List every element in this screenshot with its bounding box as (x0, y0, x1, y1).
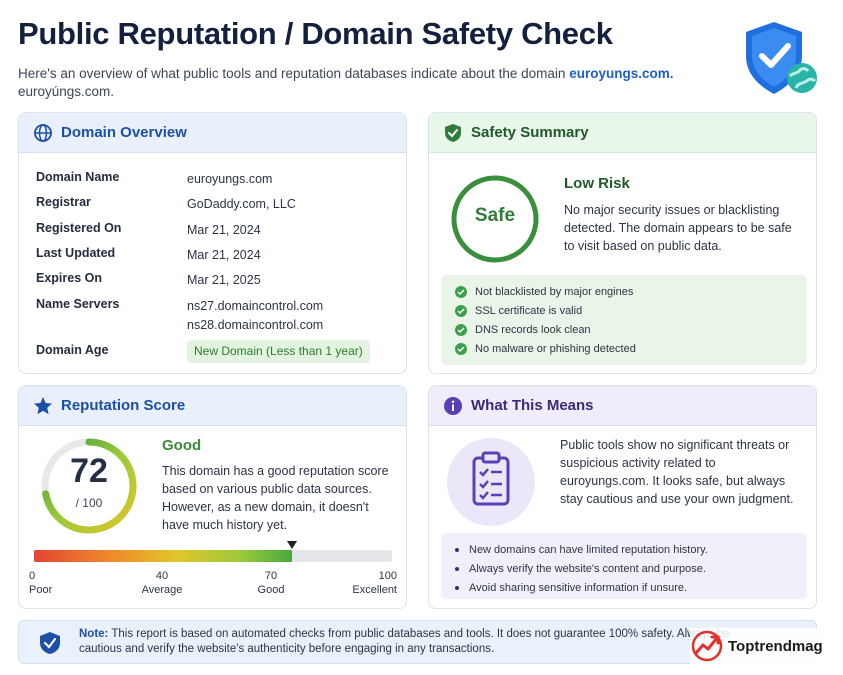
list-item: New domains can have limited reputation … (455, 540, 807, 559)
subtitle-line2: euroyúngs.com. (18, 84, 115, 99)
check-circle-icon (455, 304, 467, 317)
scale-tick: 70 Good (241, 569, 301, 597)
info-icon (443, 396, 463, 416)
domain-row-value: Mar 21, 2024 (187, 223, 261, 237)
domain-row-label: Last Updated (36, 246, 116, 260)
list-item: DNS records look clean (455, 320, 807, 339)
check-label: DNS records look clean (475, 323, 591, 336)
scale-tick: 40 Average (127, 569, 197, 597)
page-title: Public Reputation / Domain Safety Check (18, 16, 613, 51)
check-label: No malware or phishing detected (475, 342, 636, 355)
clipboard-checklist-icon (472, 451, 510, 506)
trend-arrow-logo-icon (691, 630, 723, 662)
shield-check-icon (40, 632, 60, 654)
bullet-icon (455, 566, 459, 571)
bullet-icon (455, 547, 459, 552)
check-label: Not blacklisted by major engines (475, 285, 634, 298)
check-circle-icon (455, 285, 467, 298)
scale-value: 100 (378, 570, 397, 582)
safe-badge-label: Safe (474, 205, 516, 226)
scale-tick: 100 Excellent (337, 569, 397, 597)
bullet-icon (455, 585, 459, 590)
brand-name: Toptrendmag (728, 637, 823, 655)
what-this-means-title: What This Means (471, 397, 594, 414)
safety-summary-title: Safety Summary (471, 124, 589, 141)
reputation-score-card: Reputation Score 72 / 100 Good This doma… (18, 385, 407, 609)
domain-row-value: Mar 21, 2024 (187, 248, 261, 262)
subtitle-domain: euroyungs.com. (569, 66, 674, 81)
domain-row-label: Name Servers (36, 297, 120, 311)
domain-row-value: ns27.domaincontrol.com ns28.domaincontro… (187, 297, 387, 335)
globe-icon (33, 123, 53, 143)
domain-overview-title: Domain Overview (61, 124, 187, 141)
risk-description: No major security issues or blacklisting… (564, 203, 792, 253)
brand-logo: Toptrendmag (690, 628, 831, 664)
score-marker-icon (286, 541, 297, 549)
check-circle-icon (455, 323, 467, 336)
safety-summary-card: Safety Summary Safe Low Risk No major se… (428, 112, 817, 374)
scale-label: Average (141, 584, 183, 596)
rating-title: Good (162, 437, 202, 454)
score-bar (34, 550, 392, 562)
scale-tick: 0 Poor (29, 569, 59, 597)
list-item: SSL certificate is valid (455, 301, 807, 320)
check-label: SSL certificate is valid (475, 304, 583, 317)
tip-text: New domains can have limited reputation … (469, 543, 708, 556)
domain-overview-header: Domain Overview (19, 113, 406, 153)
list-item: Always verify the website's content and … (455, 559, 807, 578)
note-label: Note: (79, 628, 109, 640)
what-this-means-card: What This Means Public tools show no sig… (428, 385, 817, 609)
risk-level-title: Low Risk (564, 175, 630, 192)
domain-row-label: Domain Name (36, 170, 120, 184)
domain-row-value: euroyungs.com (187, 172, 273, 186)
domain-row-label: Registered On (36, 221, 122, 235)
rating-description: This domain has a good reputation score … (162, 464, 389, 532)
list-item: No malware or phishing detected (455, 339, 807, 358)
subtitle-text: Here's an overview of what public tools … (18, 66, 566, 81)
reputation-score-header: Reputation Score (19, 386, 406, 426)
clipboard-illustration (447, 438, 535, 526)
name-server-1: ns27.domaincontrol.com (187, 299, 324, 313)
scale-label: Excellent (352, 584, 397, 596)
scale-value: 0 (29, 570, 36, 582)
shield-check-icon (443, 123, 463, 143)
scale-label: Poor (29, 584, 53, 596)
tip-text: Avoid sharing sensitive information if u… (469, 581, 688, 594)
name-server-2: ns28.domaincontrol.com (187, 318, 324, 332)
scale-label: Good (257, 584, 285, 596)
score-max: / 100 (75, 496, 103, 510)
page-subtitle: Here's an overview of what public tools … (18, 65, 718, 101)
check-circle-icon (455, 342, 467, 355)
domain-row-value: GoDaddy.com, LLC (187, 197, 296, 211)
domain-row-value: Mar 21, 2025 (187, 273, 261, 287)
score-bar-fill (34, 550, 292, 562)
domain-row-label: Registrar (36, 195, 91, 209)
tip-text: Always verify the website's content and … (469, 562, 706, 575)
domain-row-label: Domain Age (36, 343, 109, 357)
domain-row-label: Expires On (36, 271, 102, 285)
scale-value: 40 (155, 570, 169, 582)
means-description: Public tools show no significant threats… (560, 438, 794, 506)
reputation-score-title: Reputation Score (61, 397, 186, 414)
domain-overview-card: Domain Overview Domain Name euroyungs.co… (18, 112, 407, 374)
scale-value: 70 (264, 570, 278, 582)
safety-checks-list: Not blacklisted by major engines SSL cer… (441, 275, 807, 365)
tips-list: New domains can have limited reputation … (441, 533, 807, 599)
what-this-means-header: What This Means (429, 386, 816, 426)
list-item: Not blacklisted by major engines (455, 282, 807, 301)
star-icon (33, 396, 53, 416)
shield-check-globe-icon (746, 22, 817, 94)
domain-age-badge: New Domain (Less than 1 year) (187, 340, 370, 363)
note-text: This report is based on automated checks… (79, 628, 730, 655)
safety-summary-header: Safety Summary (429, 113, 816, 153)
score-value: 72 (70, 452, 108, 490)
list-item: Avoid sharing sensitive information if u… (455, 578, 807, 597)
